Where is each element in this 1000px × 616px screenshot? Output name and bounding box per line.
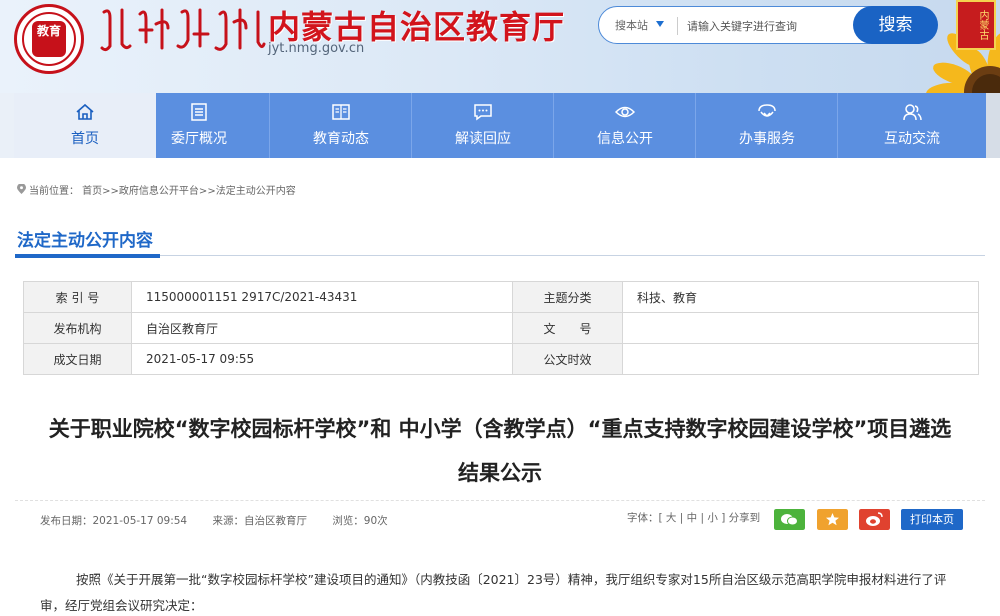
main-nav: 首页 委厅概况 教育动态 解读回应 信息公开 办事服务 互动交流 <box>0 93 1000 158</box>
list-icon <box>191 103 207 121</box>
nav-label: 委厅概况 <box>171 131 227 147</box>
search-divider <box>677 17 678 35</box>
nav-label: 教育动态 <box>313 131 369 147</box>
topic-value: 科技、教育 <box>622 281 979 313</box>
red-badge: 内蒙古 <box>956 0 996 50</box>
font-size-tools[interactable]: 字体：[ 大 | 中 | 小 ] 分享到 <box>627 510 760 525</box>
date-value: 2021-05-17 09:55 <box>131 343 513 375</box>
section-divider <box>15 255 985 256</box>
emblem-core: 教育 <box>32 21 66 57</box>
index-label: 索 引 号 <box>23 281 132 313</box>
nav-item-interaction[interactable]: 互动交流 <box>838 93 986 158</box>
validity-value <box>622 343 979 375</box>
search-input[interactable] <box>687 15 837 37</box>
table-row: 索 引 号 115000001151 2917C/2021-43431 主题分类… <box>23 281 979 313</box>
article-meta: 发布日期：2021-05-17 09:54 来源：自治区教育厅 浏览：90次 <box>40 513 410 528</box>
site-domain: jyt.nmg.gov.cn <box>268 41 365 56</box>
article-source: 来源：自治区教育厅 <box>212 515 307 527</box>
org-label: 发布机构 <box>23 312 132 344</box>
home-icon <box>76 103 94 120</box>
org-value: 自治区教育厅 <box>131 312 513 344</box>
docno-value <box>622 312 979 344</box>
search-scope-select[interactable]: 搜本站 <box>615 17 648 33</box>
print-button[interactable]: 打印本页 <box>901 509 963 530</box>
nav-label: 互动交流 <box>884 131 940 147</box>
table-row: 成文日期 2021-05-17 09:55 公文时效 <box>23 343 979 375</box>
nav-label: 解读回应 <box>455 131 511 147</box>
service-icon <box>758 104 776 118</box>
location-pin-icon <box>17 184 26 194</box>
validity-label: 公文时效 <box>512 343 623 375</box>
star-favorite-icon[interactable] <box>817 509 848 530</box>
nav-item-interpretation[interactable]: 解读回应 <box>412 93 554 158</box>
docno-label: 文 号 <box>512 312 623 344</box>
breadcrumb: 当前位置： 首页>>政府信息公开平台>>法定主动公开内容 <box>17 182 296 197</box>
nav-item-overview[interactable]: 委厅概况 <box>128 93 270 158</box>
nav-label: 办事服务 <box>739 131 795 147</box>
nav-label: 信息公开 <box>597 131 653 147</box>
emblem-logo[interactable]: 教育 <box>14 4 84 74</box>
date-label: 成文日期 <box>23 343 132 375</box>
index-value: 115000001151 2917C/2021-43431 <box>131 281 513 313</box>
weibo-share-icon[interactable] <box>859 509 890 530</box>
book-icon <box>332 104 350 120</box>
eye-icon <box>615 106 635 118</box>
topic-label: 主题分类 <box>512 281 623 313</box>
chat-icon <box>474 104 492 121</box>
mongolian-script-logo <box>100 8 266 52</box>
nav-pad <box>986 93 1000 158</box>
chevron-down-icon[interactable] <box>656 21 664 27</box>
section-accent <box>15 254 160 258</box>
table-row: 发布机构 自治区教育厅 文 号 <box>23 312 979 344</box>
nav-item-services[interactable]: 办事服务 <box>696 93 838 158</box>
breadcrumb-text[interactable]: 当前位置： 首页>>政府信息公开平台>>法定主动公开内容 <box>29 186 296 197</box>
wechat-share-icon[interactable] <box>774 509 805 530</box>
nav-item-news[interactable]: 教育动态 <box>270 93 412 158</box>
people-icon <box>903 104 922 121</box>
nav-pad <box>0 93 14 158</box>
nav-item-disclosure[interactable]: 信息公开 <box>554 93 696 158</box>
publish-date: 发布日期：2021-05-17 09:54 <box>40 515 188 527</box>
article-body: 按照《关于开展第一批“数字校园标杆学校”建设项目的通知》（内教技函〔2021〕2… <box>40 572 947 613</box>
meta-divider <box>15 500 985 501</box>
section-title: 法定主动公开内容 <box>17 231 153 251</box>
site-header: 教育 内蒙古自治区教育厅 jyt.nmg.gov.cn 搜本站 搜索 <box>0 0 1000 93</box>
view-count: 浏览：90次 <box>332 515 388 527</box>
article-title: 关于职业院校“数字校园标杆学校”和 中小学（含教学点）“重点支持数字校园建设学校… <box>48 417 952 485</box>
document-info-table: 索 引 号 115000001151 2917C/2021-43431 主题分类… <box>23 281 979 375</box>
